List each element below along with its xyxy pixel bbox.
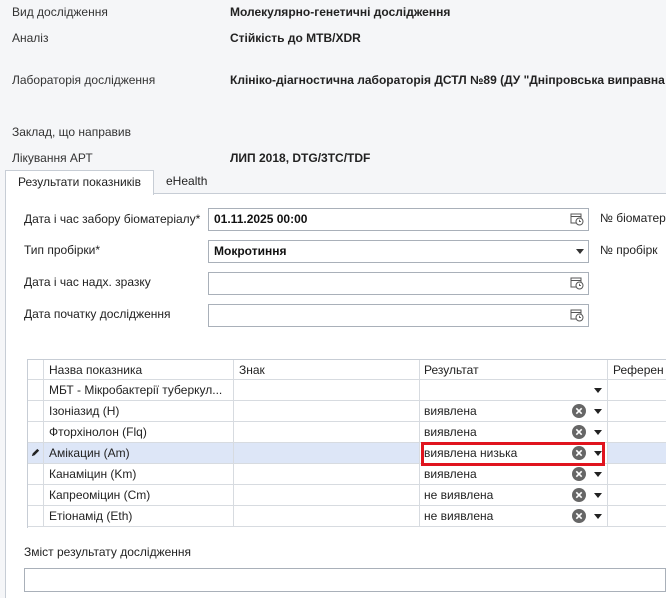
row-indicator	[28, 380, 44, 400]
results-grid: Назва показника Знак Результат Референ М…	[27, 359, 666, 528]
row-reference	[608, 422, 666, 442]
row-name: Канаміцин (Km)	[44, 464, 234, 484]
chevron-down-icon[interactable]	[594, 388, 602, 393]
row-name: МБТ - Мікробактерії туберкул...	[44, 380, 234, 400]
table-row[interactable]: Ізоніазид (H) виявлена	[28, 401, 666, 422]
calendar-clock-icon[interactable]	[570, 212, 584, 226]
content-result-label: Зміст результату дослідження	[24, 545, 192, 559]
table-row[interactable]: Фторхінолон (Flq) виявлена	[28, 422, 666, 443]
tab-ehealth[interactable]: eHealth	[158, 170, 215, 194]
row-reference	[608, 464, 666, 484]
collection-datetime-label: Дата і час забору біоматеріалу*	[24, 212, 201, 226]
row-indicator	[28, 422, 44, 442]
column-header-sign[interactable]: Знак	[234, 360, 420, 380]
row-name: Фторхінолон (Flq)	[44, 422, 234, 442]
art-treatment-label: Лікування АРТ	[12, 151, 93, 165]
calendar-clock-icon[interactable]	[570, 308, 584, 322]
collection-datetime-value: 01.11.2025 00:00	[214, 212, 308, 226]
calendar-clock-icon[interactable]	[570, 276, 584, 290]
table-row-selected[interactable]: Амікацин (Am) виявлена низька	[28, 443, 666, 464]
start-date-label: Дата початку дослідження	[24, 307, 171, 321]
row-indicator	[28, 443, 44, 463]
laboratory-value: Клініко-діагностична лабораторія ДСТЛ №8…	[230, 73, 665, 87]
row-indicator	[28, 401, 44, 421]
row-sign[interactable]	[234, 443, 420, 463]
tab-results[interactable]: Результати показників	[5, 170, 154, 195]
row-reference	[608, 485, 666, 505]
table-row[interactable]: Етіонамід (Eth) не виявлена	[28, 506, 666, 527]
table-row[interactable]: Канаміцин (Km) виявлена	[28, 464, 666, 485]
clear-icon[interactable]	[572, 425, 586, 439]
row-sign[interactable]	[234, 422, 420, 442]
tube-type-label: Тип пробірки*	[24, 243, 101, 257]
tube-number-label: № пробірк	[600, 243, 658, 257]
row-sign[interactable]	[234, 506, 420, 526]
grid-header-row: Назва показника Знак Результат Референ	[28, 360, 666, 380]
chevron-down-icon[interactable]	[594, 472, 602, 477]
start-date-input[interactable]	[208, 304, 589, 327]
tube-type-value: Мокротиння	[214, 244, 287, 258]
art-treatment-value: ЛИП 2018, DTG/3TC/TDF	[230, 151, 371, 165]
row-name: Етіонамід (Eth)	[44, 506, 234, 526]
chevron-down-icon[interactable]	[594, 451, 602, 456]
chevron-down-icon[interactable]	[594, 430, 602, 435]
row-sign[interactable]	[234, 464, 420, 484]
row-indicator	[28, 485, 44, 505]
collection-datetime-input[interactable]: 01.11.2025 00:00	[208, 208, 589, 231]
chevron-down-icon[interactable]	[576, 249, 584, 254]
referring-institution-label: Заклад, що направив	[12, 125, 131, 139]
clear-icon[interactable]	[572, 446, 586, 460]
clear-icon[interactable]	[572, 509, 586, 523]
received-datetime-input[interactable]	[208, 272, 589, 295]
study-type-label: Вид дослідження	[12, 5, 108, 19]
row-reference	[608, 443, 666, 463]
row-name: Ізоніазид (H)	[44, 401, 234, 421]
tube-type-select[interactable]: Мокротиння	[208, 240, 589, 263]
table-row[interactable]: МБТ - Мікробактерії туберкул...	[28, 380, 666, 401]
column-header-name[interactable]: Назва показника	[44, 360, 234, 380]
row-indicator	[28, 506, 44, 526]
column-header-reference[interactable]: Референ	[608, 360, 666, 380]
clear-icon[interactable]	[572, 488, 586, 502]
analysis-label: Аналіз	[12, 31, 49, 45]
row-reference	[608, 506, 666, 526]
row-reference	[608, 401, 666, 421]
grid-header-indicator	[28, 360, 44, 380]
row-reference	[608, 380, 666, 400]
column-header-result[interactable]: Результат	[420, 360, 608, 380]
clear-icon[interactable]	[572, 467, 586, 481]
study-type-value: Молекулярно-генетичні дослідження	[230, 5, 451, 19]
clear-icon[interactable]	[572, 404, 586, 418]
pencil-icon	[31, 448, 40, 457]
row-indicator	[28, 464, 44, 484]
received-datetime-label: Дата і час надх. зразку	[24, 275, 151, 289]
row-name: Капреоміцин (Cm)	[44, 485, 234, 505]
laboratory-label: Лабораторія дослідження	[12, 73, 156, 87]
row-sign[interactable]	[234, 485, 420, 505]
row-sign[interactable]	[234, 401, 420, 421]
analysis-value: Стійкість до МТВ/XDR	[230, 31, 361, 45]
table-row[interactable]: Капреоміцин (Cm) не виявлена	[28, 485, 666, 506]
content-result-input[interactable]	[24, 568, 666, 592]
biomaterial-number-label: № біоматер	[600, 211, 666, 225]
chevron-down-icon[interactable]	[594, 409, 602, 414]
chevron-down-icon[interactable]	[594, 493, 602, 498]
row-name: Амікацин (Am)	[44, 443, 234, 463]
chevron-down-icon[interactable]	[594, 514, 602, 519]
row-result[interactable]	[420, 380, 608, 400]
row-sign[interactable]	[234, 380, 420, 400]
